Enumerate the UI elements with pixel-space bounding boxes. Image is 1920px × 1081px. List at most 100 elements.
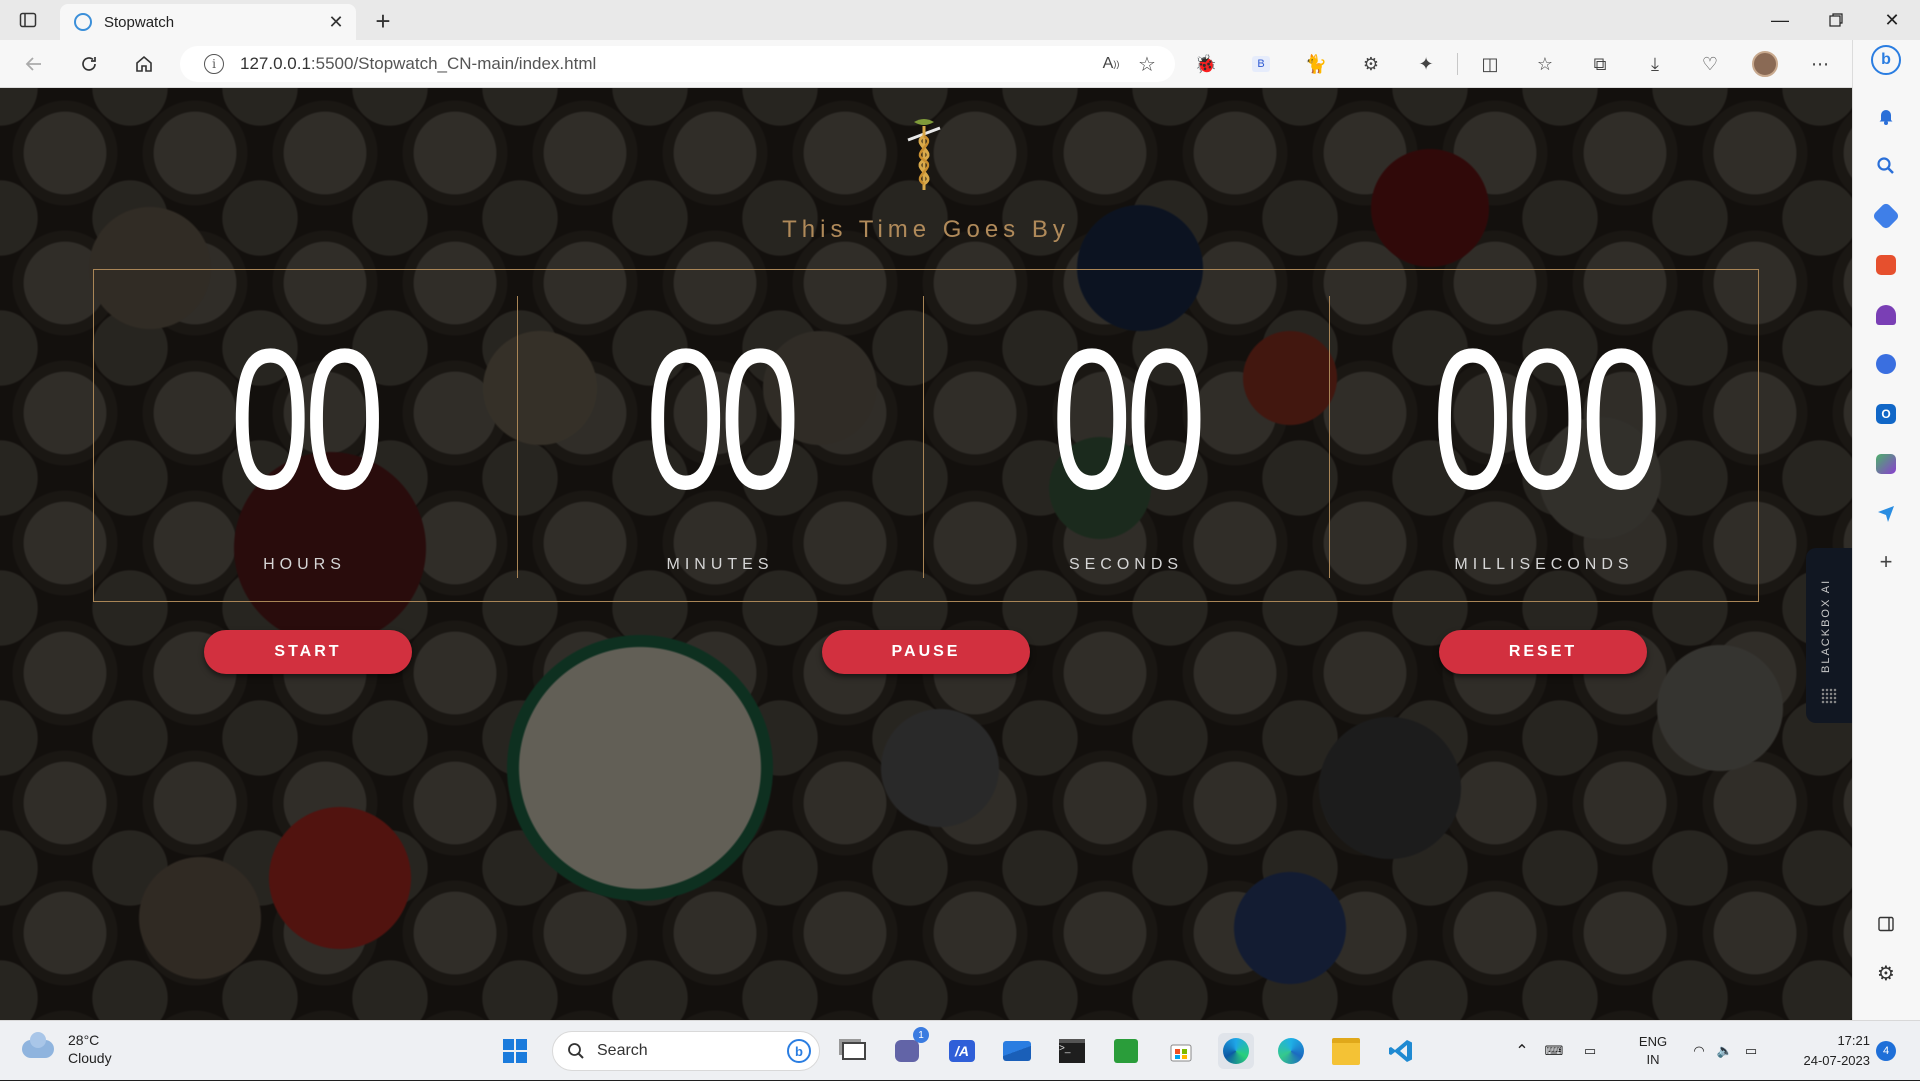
blackbox-label: BLACKBOX AI	[1820, 578, 1832, 673]
language-code: ENG	[1638, 1034, 1668, 1049]
puzzle-icon[interactable]: ✦	[1410, 48, 1442, 80]
terminal-icon[interactable]: >_	[1054, 1033, 1090, 1069]
close-tab-icon[interactable]: ✕	[322, 8, 350, 36]
new-tab-icon[interactable]: +	[368, 6, 398, 36]
gear-extension-icon[interactable]: ⚙	[1355, 48, 1387, 80]
teams-badge: 1	[913, 1027, 929, 1043]
timer-display: 00 HOURS 00 MINUTES 00 SECONDS 000 MILLI…	[93, 269, 1759, 602]
whiteboard-app-icon[interactable]: /A	[944, 1033, 980, 1069]
file-explorer-icon[interactable]	[1328, 1033, 1364, 1069]
favorites-icon[interactable]: ☆	[1529, 48, 1561, 80]
b-extension-icon[interactable]: B	[1245, 48, 1277, 80]
clock-time: 17:21	[1837, 1033, 1870, 1048]
language-region: IN	[1646, 1052, 1660, 1067]
designer-icon[interactable]	[1870, 448, 1902, 480]
teams-chat-icon[interactable]: 1	[889, 1027, 929, 1069]
notification-badge[interactable]: 4	[1876, 1041, 1896, 1061]
search-icon[interactable]	[1870, 150, 1902, 182]
close-window-icon[interactable]: ✕	[1864, 0, 1920, 40]
url-host: 127.0.0.1	[240, 54, 311, 73]
page-title: This Time Goes By	[782, 216, 1070, 243]
taskbar-clock[interactable]: 17:21 24-07-2023	[1790, 1031, 1871, 1071]
caduceus-logo	[907, 119, 941, 190]
blackbox-ai-panel[interactable]: BLACKBOX AI	[1806, 548, 1852, 723]
clock-date: 24-07-2023	[1803, 1053, 1871, 1068]
back-icon[interactable]	[18, 48, 50, 80]
downloads-icon[interactable]: ⤓	[1639, 48, 1671, 80]
cloud-icon	[22, 1032, 54, 1058]
shopping-tag-icon[interactable]	[1870, 200, 1902, 232]
window-controls: — ✕	[1752, 0, 1920, 40]
collections-icon[interactable]: ⧉	[1584, 48, 1616, 80]
edge-browser-icon[interactable]	[1218, 1033, 1254, 1069]
microsoft-365-icon[interactable]	[1870, 348, 1902, 380]
weather-text: 28°C Cloudy	[68, 1031, 112, 1067]
url-bar[interactable]: i 127.0.0.1:5500/Stopwatch_CN-main/index…	[180, 46, 1175, 82]
performance-icon[interactable]: ♡	[1694, 48, 1726, 80]
seconds-value: 00	[1051, 308, 1206, 531]
bug-extension-icon[interactable]: 🐞	[1190, 48, 1222, 80]
restore-icon[interactable]	[1808, 0, 1864, 40]
add-sidebar-app-icon[interactable]: +	[1870, 546, 1902, 578]
sidebar-settings-gear-icon[interactable]: ⚙	[1870, 957, 1902, 989]
pause-button[interactable]: PAUSE	[822, 630, 1030, 674]
mail-icon[interactable]	[999, 1033, 1035, 1069]
seconds-unit: 00 SECONDS	[924, 270, 1328, 601]
more-menu-icon[interactable]: ⋯	[1804, 48, 1836, 80]
split-screen-icon[interactable]: ◫	[1474, 48, 1506, 80]
send-icon[interactable]	[1870, 497, 1902, 529]
weather-condition: Cloudy	[68, 1050, 112, 1066]
url-text[interactable]: 127.0.0.1:5500/Stopwatch_CN-main/index.h…	[240, 54, 1093, 74]
milliseconds-value: 000	[1432, 308, 1662, 531]
address-toolbar: i 127.0.0.1:5500/Stopwatch_CN-main/index…	[0, 40, 1920, 88]
minutes-value: 00	[645, 308, 800, 531]
profile-avatar[interactable]	[1749, 48, 1781, 80]
refresh-icon[interactable]	[73, 48, 105, 80]
vscode-icon[interactable]	[1383, 1033, 1419, 1069]
search-icon	[568, 1043, 584, 1059]
star-icon[interactable]: ☆	[1129, 46, 1165, 82]
language-indicator[interactable]: ENG IN	[1633, 1033, 1673, 1069]
seconds-label: SECONDS	[1068, 556, 1184, 573]
microsoft-store-icon[interactable]	[1163, 1033, 1199, 1069]
games-icon[interactable]	[1870, 299, 1902, 331]
start-windows-icon[interactable]	[497, 1033, 533, 1069]
reset-button[interactable]: RESET	[1439, 630, 1647, 674]
bing-copilot-icon[interactable]: b	[1870, 44, 1902, 76]
tools-briefcase-icon[interactable]	[1870, 249, 1902, 281]
outlook-icon[interactable]: O	[1870, 398, 1902, 430]
page-viewport: This Time Goes By 00 HOURS 00 MINUTES 00…	[0, 88, 1852, 1020]
home-icon[interactable]	[128, 48, 160, 80]
minimize-icon[interactable]: —	[1752, 0, 1808, 40]
status-icons[interactable]: ◠ 🔈 ▭	[1686, 1021, 1764, 1081]
extensions-row: 🐞 B 🐈 ⚙ ✦ ◫ ☆ ⧉ ⤓ ♡ ⋯	[1190, 48, 1859, 80]
start-button[interactable]: START	[204, 630, 412, 674]
task-view-icon[interactable]	[836, 1033, 872, 1069]
task-manager-icon[interactable]	[1108, 1033, 1144, 1069]
edge-dev-icon[interactable]	[1273, 1033, 1309, 1069]
read-aloud-icon[interactable]: A))	[1093, 46, 1129, 82]
weather-temperature: 28°C	[68, 1032, 100, 1048]
keyboard-icon[interactable]: ⌨	[1536, 1043, 1572, 1059]
bing-icon: b	[787, 1039, 811, 1063]
milliseconds-label: MILLISECONDS	[1454, 556, 1634, 573]
volume-icon: 🔈	[1716, 1043, 1734, 1058]
weather-widget[interactable]: 28°C Cloudy	[22, 1031, 112, 1067]
touchpad-icon[interactable]: ▭	[1572, 1043, 1608, 1059]
tab-actions-icon[interactable]	[8, 0, 48, 40]
site-info-icon[interactable]: i	[204, 54, 224, 74]
stopwatch-page: This Time Goes By 00 HOURS 00 MINUTES 00…	[0, 88, 1852, 1020]
browser-tab[interactable]: Stopwatch ✕	[60, 4, 356, 40]
tab-title: Stopwatch	[104, 13, 175, 31]
taskbar-search[interactable]: Search b	[552, 1031, 820, 1071]
minutes-unit: 00 MINUTES	[518, 270, 922, 601]
cat-extension-icon[interactable]: 🐈	[1300, 48, 1332, 80]
notifications-icon[interactable]	[1870, 100, 1902, 132]
hide-sidebar-icon[interactable]	[1870, 908, 1902, 940]
stopwatch-favicon-icon	[74, 13, 92, 31]
hours-label: HOURS	[263, 556, 346, 573]
show-hidden-icons-chevron-icon[interactable]: ⌃	[1508, 1041, 1536, 1061]
edge-sidebar: b O + ⚙	[1852, 40, 1920, 1020]
system-tray: ⌃ ⌨ ▭	[1508, 1021, 1608, 1081]
battery-icon: ▭	[1744, 1043, 1758, 1058]
